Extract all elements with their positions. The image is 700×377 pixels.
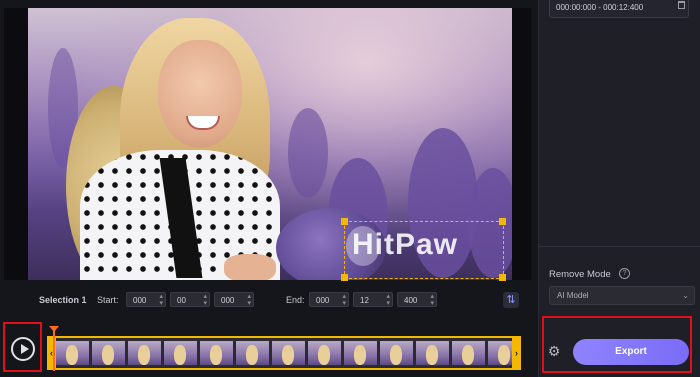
end-label: End:: [286, 295, 305, 305]
panel-divider: [538, 246, 700, 247]
time-range-field[interactable]: 000:00:000 - 000:12:400: [549, 0, 689, 18]
watermark-selection-box[interactable]: [344, 221, 504, 279]
resize-handle-bl[interactable]: [341, 274, 348, 281]
end-ms-field[interactable]: 000 ▴ ▾: [309, 292, 349, 307]
help-icon[interactable]: ?: [619, 268, 630, 279]
remove-mode-value: AI Model: [557, 291, 589, 300]
play-icon[interactable]: [11, 337, 35, 361]
resize-handle-tl[interactable]: [341, 218, 348, 225]
selection-label: Selection 1: [39, 295, 87, 305]
remove-mode-label: Remove Mode: [549, 269, 611, 280]
start-label: Start:: [97, 295, 119, 305]
start-sec-field[interactable]: 00 ▴ ▾: [170, 292, 210, 307]
selection-bar: Selection 1 Start: 000 ▴ ▾ 00 ▴ ▾ 000 ▴ ▾ End:…: [0, 286, 538, 314]
start-frame-field[interactable]: 000 ▴ ▾: [214, 292, 254, 307]
end-frame-field[interactable]: 400 ▴ ▾: [397, 292, 437, 307]
resize-handle-br[interactable]: [499, 274, 506, 281]
timeline-track[interactable]: [48, 336, 520, 370]
export-button[interactable]: Export: [573, 339, 689, 365]
chevron-down-icon: ⌄: [682, 291, 689, 300]
timeline-end-handle[interactable]: ›: [512, 336, 521, 370]
remove-mode-select[interactable]: AI Model ⌄: [549, 286, 695, 305]
playhead-marker[interactable]: [49, 326, 59, 371]
swap-icon[interactable]: ⇅: [503, 292, 519, 308]
gear-icon[interactable]: ⚙: [547, 344, 561, 358]
end-sec-field[interactable]: 12 ▴ ▾: [353, 292, 393, 307]
trash-icon[interactable]: [678, 1, 685, 9]
start-ms-field[interactable]: 000 ▴ ▾: [126, 292, 166, 307]
resize-handle-tr[interactable]: [499, 218, 506, 225]
